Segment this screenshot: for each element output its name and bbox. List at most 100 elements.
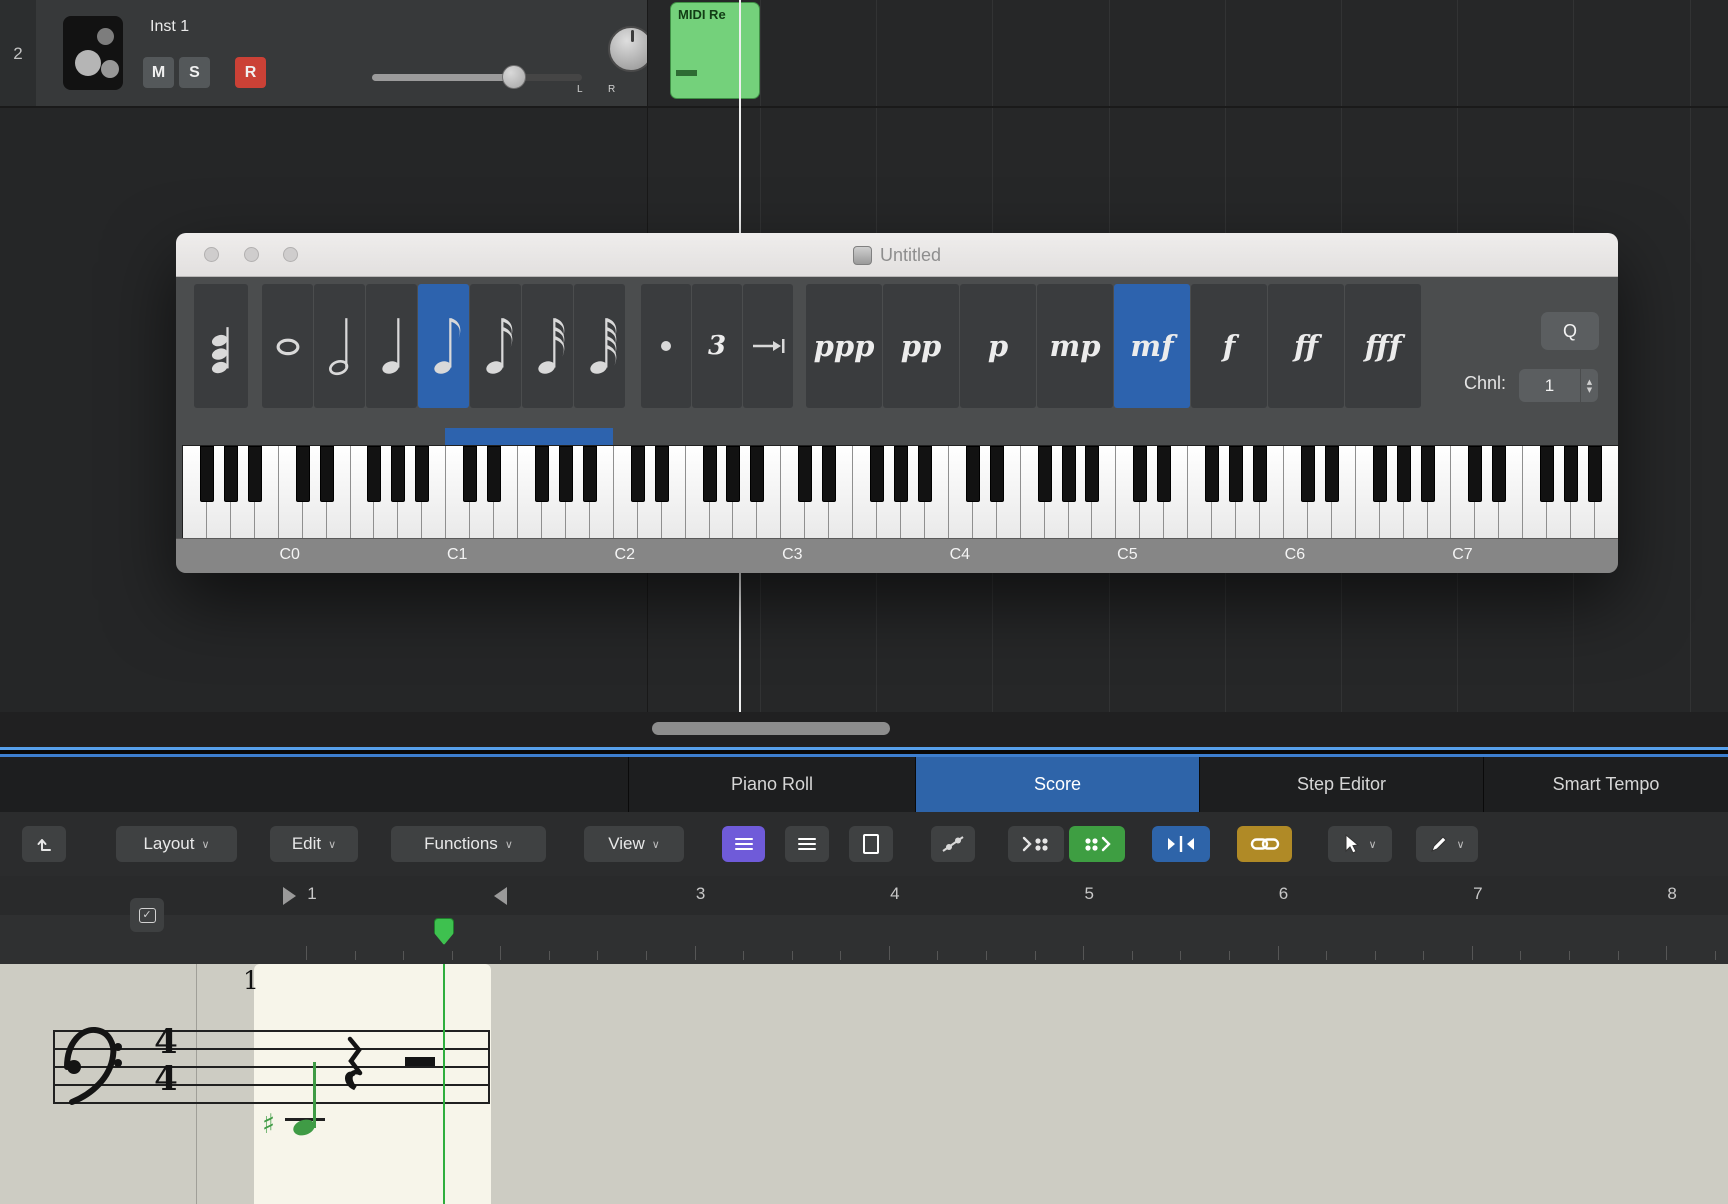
piano-key-black[interactable] (822, 446, 837, 502)
piano-key-black[interactable] (1229, 446, 1244, 502)
tab-smart-tempo[interactable]: Smart Tempo (1483, 757, 1728, 812)
piano-key-black[interactable] (798, 446, 813, 502)
score-editor[interactable]: 1 4 4 ♯ (0, 964, 1728, 1204)
track-header[interactable]: Inst 1 M S R L R (36, 0, 654, 107)
triplet-button[interactable]: 3 (692, 284, 742, 408)
horizontal-scrollbar[interactable] (0, 712, 1728, 747)
view-mode-wrapped-button[interactable] (785, 826, 829, 862)
view-mode-linear-button[interactable] (722, 826, 765, 862)
octave-range-indicator[interactable] (445, 428, 613, 445)
piano-key-black[interactable] (1300, 446, 1315, 502)
piano-key-black[interactable] (1468, 446, 1483, 502)
stepper-down-icon[interactable]: ▼ (1587, 386, 1592, 394)
stepper-arrows[interactable]: ▲ ▼ (1580, 369, 1598, 402)
dynamic-mp-button[interactable]: mp (1037, 284, 1113, 408)
view-menu[interactable]: View ∨ (584, 826, 684, 862)
volume-slider-thumb[interactable] (502, 65, 526, 89)
tab-step-editor[interactable]: Step Editor (1199, 757, 1483, 812)
sixty-fourth-note-button[interactable] (574, 284, 625, 408)
piano-key-black[interactable] (247, 446, 262, 502)
piano-key-black[interactable] (582, 446, 597, 502)
piano-key-black[interactable] (870, 446, 885, 502)
piano-key-black[interactable] (1133, 446, 1148, 502)
midi-in-button[interactable] (1008, 826, 1064, 862)
piano-key-black[interactable] (535, 446, 549, 502)
functions-menu[interactable]: Functions ∨ (391, 826, 546, 862)
piano-key-black[interactable] (1085, 446, 1100, 502)
thirty-second-note-button[interactable] (522, 284, 573, 408)
piano-key-black[interactable] (917, 446, 932, 502)
quantize-input-button[interactable]: Q (1541, 312, 1599, 350)
mute-button[interactable]: M (143, 57, 174, 88)
locator-end-marker[interactable] (494, 887, 507, 905)
whole-note-button[interactable] (262, 284, 313, 408)
dynamic-pp-button[interactable]: pp (883, 284, 959, 408)
record-enable-button[interactable]: R (235, 57, 266, 88)
pane-splitter[interactable] (0, 747, 1728, 757)
chord-entry-button[interactable] (194, 284, 248, 408)
piano-key-black[interactable] (1588, 446, 1603, 502)
dynamic-ppp-button[interactable]: ppp (806, 284, 882, 408)
quarter-rest-icon[interactable] (344, 1036, 366, 1094)
piano-key-black[interactable] (1324, 446, 1339, 502)
piano-key-black[interactable] (989, 446, 1004, 502)
edit-menu[interactable]: Edit ∨ (270, 826, 358, 862)
midi-out-button[interactable] (1069, 826, 1125, 862)
scrollbar-thumb[interactable] (652, 722, 890, 735)
piano-key-black[interactable] (391, 446, 406, 502)
piano-key-black[interactable] (367, 446, 382, 502)
hierarchy-up-button[interactable] (22, 826, 66, 862)
link-button[interactable] (1237, 826, 1292, 862)
piano-key-black[interactable] (630, 446, 645, 502)
pencil-tool-button[interactable]: ∨ (1416, 826, 1478, 862)
dynamic-ff-button[interactable]: ff (1268, 284, 1344, 408)
piano-key-black[interactable] (295, 446, 310, 502)
eighth-note-button[interactable] (418, 284, 469, 408)
pointer-tool-button[interactable]: ∨ (1328, 826, 1392, 862)
dynamic-fff-button[interactable]: fff (1345, 284, 1421, 408)
piano-key-black[interactable] (463, 446, 478, 502)
layout-menu[interactable]: Layout ∨ (116, 826, 237, 862)
stepper-up-icon[interactable]: ▲ (1587, 378, 1592, 386)
quarter-note-button[interactable] (366, 284, 417, 408)
piano-key-black[interactable] (1396, 446, 1411, 502)
piano-key-black[interactable] (415, 446, 430, 502)
track-name[interactable]: Inst 1 (150, 18, 189, 36)
tab-piano-roll[interactable]: Piano Roll (628, 757, 915, 812)
window-titlebar[interactable]: Untitled (176, 233, 1618, 277)
piano-key-black[interactable] (750, 446, 765, 502)
piano-key-black[interactable] (1037, 446, 1052, 502)
dynamic-mf-button[interactable]: mf (1114, 284, 1190, 408)
tab-score[interactable]: Score (915, 757, 1199, 812)
bar-ruler[interactable]: 1 3 4 5 6 7 8 ✓ (0, 876, 1728, 964)
solo-button[interactable]: S (179, 57, 210, 88)
sharp-accidental[interactable]: ♯ (262, 1109, 275, 1140)
ruler-numbers-row[interactable]: 1 3 4 5 6 7 8 (0, 876, 1728, 915)
piano-key-black[interactable] (1061, 446, 1076, 502)
dotted-note-button[interactable] (641, 284, 691, 408)
piano-key-black[interactable] (223, 446, 238, 502)
ruler-ticks-row[interactable] (0, 915, 1728, 964)
volume-slider[interactable] (372, 74, 582, 81)
piano-key-black[interactable] (1492, 446, 1507, 502)
sixteenth-note-button[interactable] (470, 284, 521, 408)
dynamic-p-button[interactable]: p (960, 284, 1036, 408)
half-note-button[interactable] (314, 284, 365, 408)
piano-key-black[interactable] (965, 446, 980, 502)
piano-key-black[interactable] (654, 446, 669, 502)
piano-key-black[interactable] (319, 446, 334, 502)
piano-key-black[interactable] (726, 446, 741, 502)
piano-key-black[interactable] (199, 446, 214, 502)
piano-key-black[interactable] (1253, 446, 1267, 502)
automation-button[interactable] (931, 826, 975, 862)
midi-region[interactable]: MIDI Re (670, 2, 760, 99)
piano-key-black[interactable] (1420, 446, 1435, 502)
piano-key-black[interactable] (894, 446, 908, 502)
piano-key-black[interactable] (1540, 446, 1555, 502)
piano-key-black[interactable] (1564, 446, 1579, 502)
piano-key-black[interactable] (1157, 446, 1172, 502)
region-content-toggle[interactable]: ✓ (130, 898, 164, 932)
step-input-keyboard-window[interactable]: Untitled 3 ppp pp p mp mf f ff fff Q Chn… (176, 233, 1618, 573)
piano-key-black[interactable] (1372, 446, 1387, 502)
piano-key-black[interactable] (487, 446, 502, 502)
